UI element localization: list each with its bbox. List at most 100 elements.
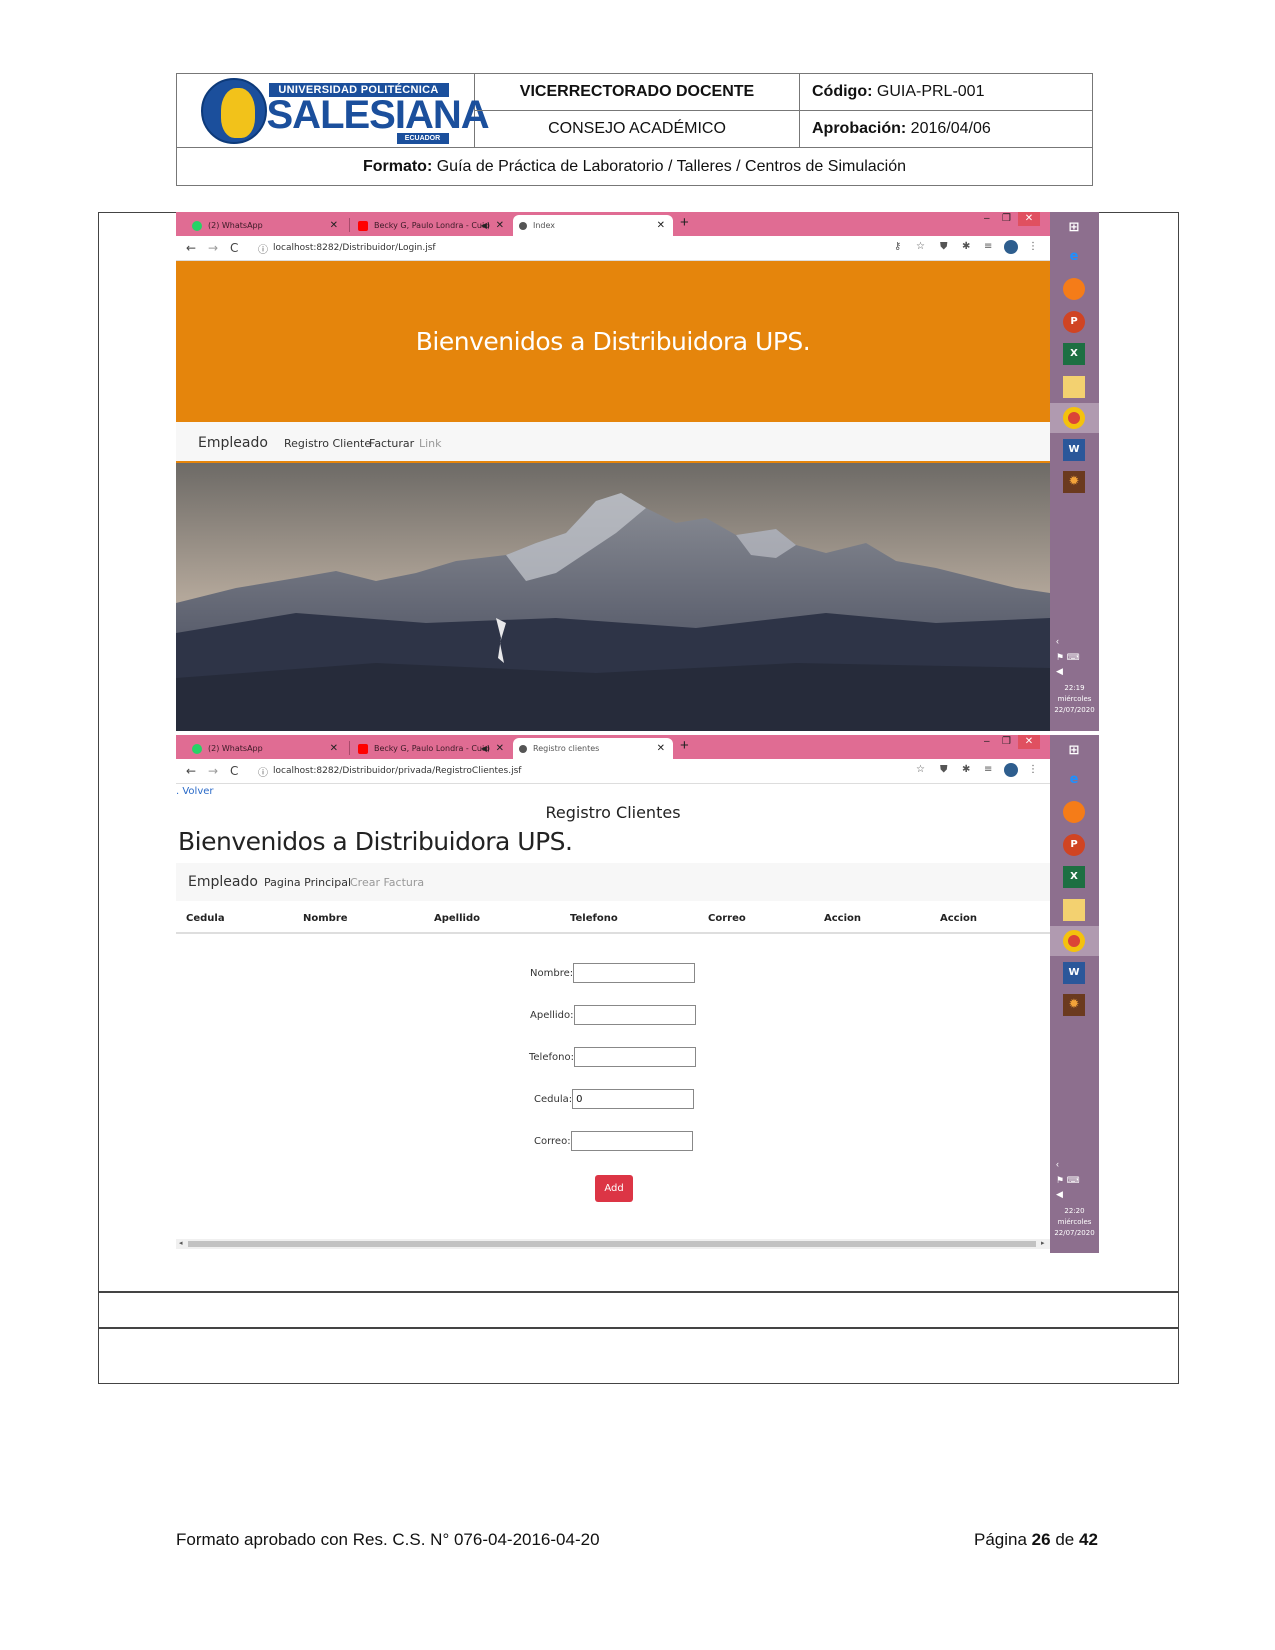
word-icon[interactable]: W — [1063, 439, 1085, 461]
bookmark-star-icon[interactable]: ☆ — [916, 764, 925, 775]
nav-link-link[interactable]: Link — [419, 437, 442, 450]
nav-link-pagina-principal[interactable]: Pagina Principal — [264, 876, 351, 889]
key-icon[interactable]: ⚷ — [894, 241, 901, 252]
volver-link[interactable]: . Volver — [176, 786, 214, 797]
browser-tab[interactable]: (2) WhatsApp ✕ — [186, 738, 346, 759]
telefono-input[interactable] — [573, 1047, 696, 1067]
windows-start-icon[interactable]: ⊞ — [1063, 740, 1085, 762]
clock-day[interactable]: miércoles — [1050, 694, 1099, 704]
volume-icon[interactable]: ◀ — [1056, 1189, 1063, 1200]
url-text[interactable]: localhost:8282/Distribuidor/privada/Regi… — [273, 766, 521, 776]
restore-icon[interactable]: ❐ — [1002, 736, 1011, 747]
apellido-input[interactable] — [573, 1005, 696, 1025]
scroll-right-icon[interactable]: ▸ — [1041, 1239, 1045, 1247]
forward-icon[interactable]: → — [208, 764, 218, 778]
firefox-icon[interactable] — [1063, 801, 1085, 823]
column-header: Apellido — [434, 913, 480, 924]
new-tab-button[interactable]: + — [680, 737, 689, 754]
powerpoint-icon[interactable]: P — [1063, 311, 1085, 333]
network-icon[interactable]: ⚑ ⌨ — [1056, 652, 1080, 663]
add-button[interactable]: Add — [595, 1175, 633, 1202]
browser-tab[interactable]: (2) WhatsApp ✕ — [186, 215, 346, 236]
nav-link-crear-factura[interactable]: Crear Factura — [350, 876, 424, 889]
info-icon[interactable]: ⓘ — [258, 764, 268, 779]
clock-date[interactable]: 22/07/2020 — [1050, 1228, 1099, 1238]
page-title: Bienvenidos a Distribuidora UPS. — [178, 827, 573, 856]
apellido-row: Apellido: — [530, 1005, 696, 1025]
browser-tab[interactable]: Becky G, Paulo Londra - Cuid ◀) ✕ — [352, 738, 512, 759]
new-tab-button[interactable]: + — [680, 214, 689, 231]
nav-link-registro-cliente[interactable]: Registro Cliente — [284, 437, 371, 450]
playlist-icon[interactable]: ≡ — [984, 241, 992, 252]
shield-icon[interactable]: ⛊ — [940, 241, 948, 252]
back-icon[interactable]: ← — [186, 241, 196, 255]
tray-arrow-icon[interactable]: ‹ — [1056, 1159, 1059, 1169]
shield-icon[interactable]: ⛊ — [940, 764, 948, 775]
scrollbar-thumb[interactable] — [188, 1241, 1036, 1247]
browser-tab-active[interactable]: Registro clientes ✕ — [513, 738, 673, 759]
chrome-icon[interactable] — [1063, 407, 1085, 429]
settings-app-icon[interactable]: ✹ — [1063, 994, 1085, 1016]
nombre-input[interactable] — [573, 963, 696, 983]
browser-tab[interactable]: Becky G, Paulo Londra - Cuid ◀) ✕ — [352, 215, 512, 236]
minimize-icon[interactable]: – — [984, 213, 990, 224]
file-explorer-icon[interactable] — [1063, 376, 1085, 398]
globe-icon — [519, 744, 527, 753]
powerpoint-icon[interactable]: P — [1063, 834, 1085, 856]
speaker-icon[interactable]: ◀) — [481, 744, 490, 753]
window-close-icon[interactable]: ✕ — [1018, 212, 1040, 226]
forward-icon[interactable]: → — [208, 241, 218, 255]
playlist-icon[interactable]: ≡ — [984, 764, 992, 775]
network-icon[interactable]: ⚑ ⌨ — [1056, 1175, 1080, 1186]
clock-time[interactable]: 22:19 — [1050, 683, 1099, 693]
clock-time[interactable]: 22:20 — [1050, 1206, 1099, 1216]
navbar-brand[interactable]: Empleado — [188, 874, 258, 890]
cedula-input[interactable] — [572, 1089, 695, 1109]
close-icon[interactable]: ✕ — [657, 220, 665, 231]
info-icon[interactable]: ⓘ — [258, 241, 268, 256]
edge-icon[interactable]: e — [1063, 246, 1085, 268]
excel-icon[interactable]: X — [1063, 866, 1085, 888]
url-text[interactable]: localhost:8282/Distribuidor/Login.jsf — [273, 243, 436, 253]
close-icon[interactable]: ✕ — [330, 743, 338, 754]
scroll-left-icon[interactable]: ◂ — [179, 1239, 183, 1247]
clock-day[interactable]: miércoles — [1050, 1217, 1099, 1227]
firefox-icon[interactable] — [1063, 278, 1085, 300]
menu-dots-icon[interactable]: ⋮ — [1028, 764, 1038, 775]
tray-arrow-icon[interactable]: ‹ — [1056, 636, 1059, 646]
reload-icon[interactable]: C — [230, 241, 238, 255]
footer-approval-text: Formato aprobado con Res. C.S. N° 076-04… — [176, 1530, 600, 1549]
windows-start-icon[interactable]: ⊞ — [1063, 217, 1085, 239]
close-icon[interactable]: ✕ — [657, 743, 665, 754]
browser-tab-active[interactable]: Index ✕ — [513, 215, 673, 236]
edge-icon[interactable]: e — [1063, 769, 1085, 791]
close-icon[interactable]: ✕ — [330, 220, 338, 231]
extensions-icon[interactable]: ✱ — [962, 241, 970, 252]
excel-icon[interactable]: X — [1063, 343, 1085, 365]
restore-icon[interactable]: ❐ — [1002, 213, 1011, 224]
speaker-icon[interactable]: ◀) — [481, 221, 490, 230]
settings-app-icon[interactable]: ✹ — [1063, 471, 1085, 493]
window-close-icon[interactable]: ✕ — [1018, 735, 1040, 749]
profile-avatar[interactable] — [1004, 240, 1018, 254]
close-icon[interactable]: ✕ — [496, 743, 504, 754]
close-icon[interactable]: ✕ — [496, 220, 504, 231]
word-icon[interactable]: W — [1063, 962, 1085, 984]
file-explorer-icon[interactable] — [1063, 899, 1085, 921]
horizontal-scrollbar[interactable]: ◂ ▸ — [176, 1239, 1050, 1249]
clock-date[interactable]: 22/07/2020 — [1050, 705, 1099, 715]
reload-icon[interactable]: C — [230, 764, 238, 778]
document-header-table: UNIVERSIDAD POLITÉCNICA SALESIANA ECUADO… — [176, 73, 1093, 186]
profile-avatar[interactable] — [1004, 763, 1018, 777]
correo-input[interactable] — [570, 1131, 693, 1151]
bookmark-star-icon[interactable]: ☆ — [916, 241, 925, 252]
volume-icon[interactable]: ◀ — [1056, 666, 1063, 677]
chrome-icon[interactable] — [1063, 930, 1085, 952]
back-icon[interactable]: ← — [186, 764, 196, 778]
column-header: Accion — [940, 913, 978, 924]
navbar-brand[interactable]: Empleado — [198, 435, 268, 451]
menu-dots-icon[interactable]: ⋮ — [1028, 241, 1038, 252]
nav-link-facturar[interactable]: Facturar — [369, 437, 414, 450]
minimize-icon[interactable]: – — [984, 736, 990, 747]
extensions-icon[interactable]: ✱ — [962, 764, 970, 775]
